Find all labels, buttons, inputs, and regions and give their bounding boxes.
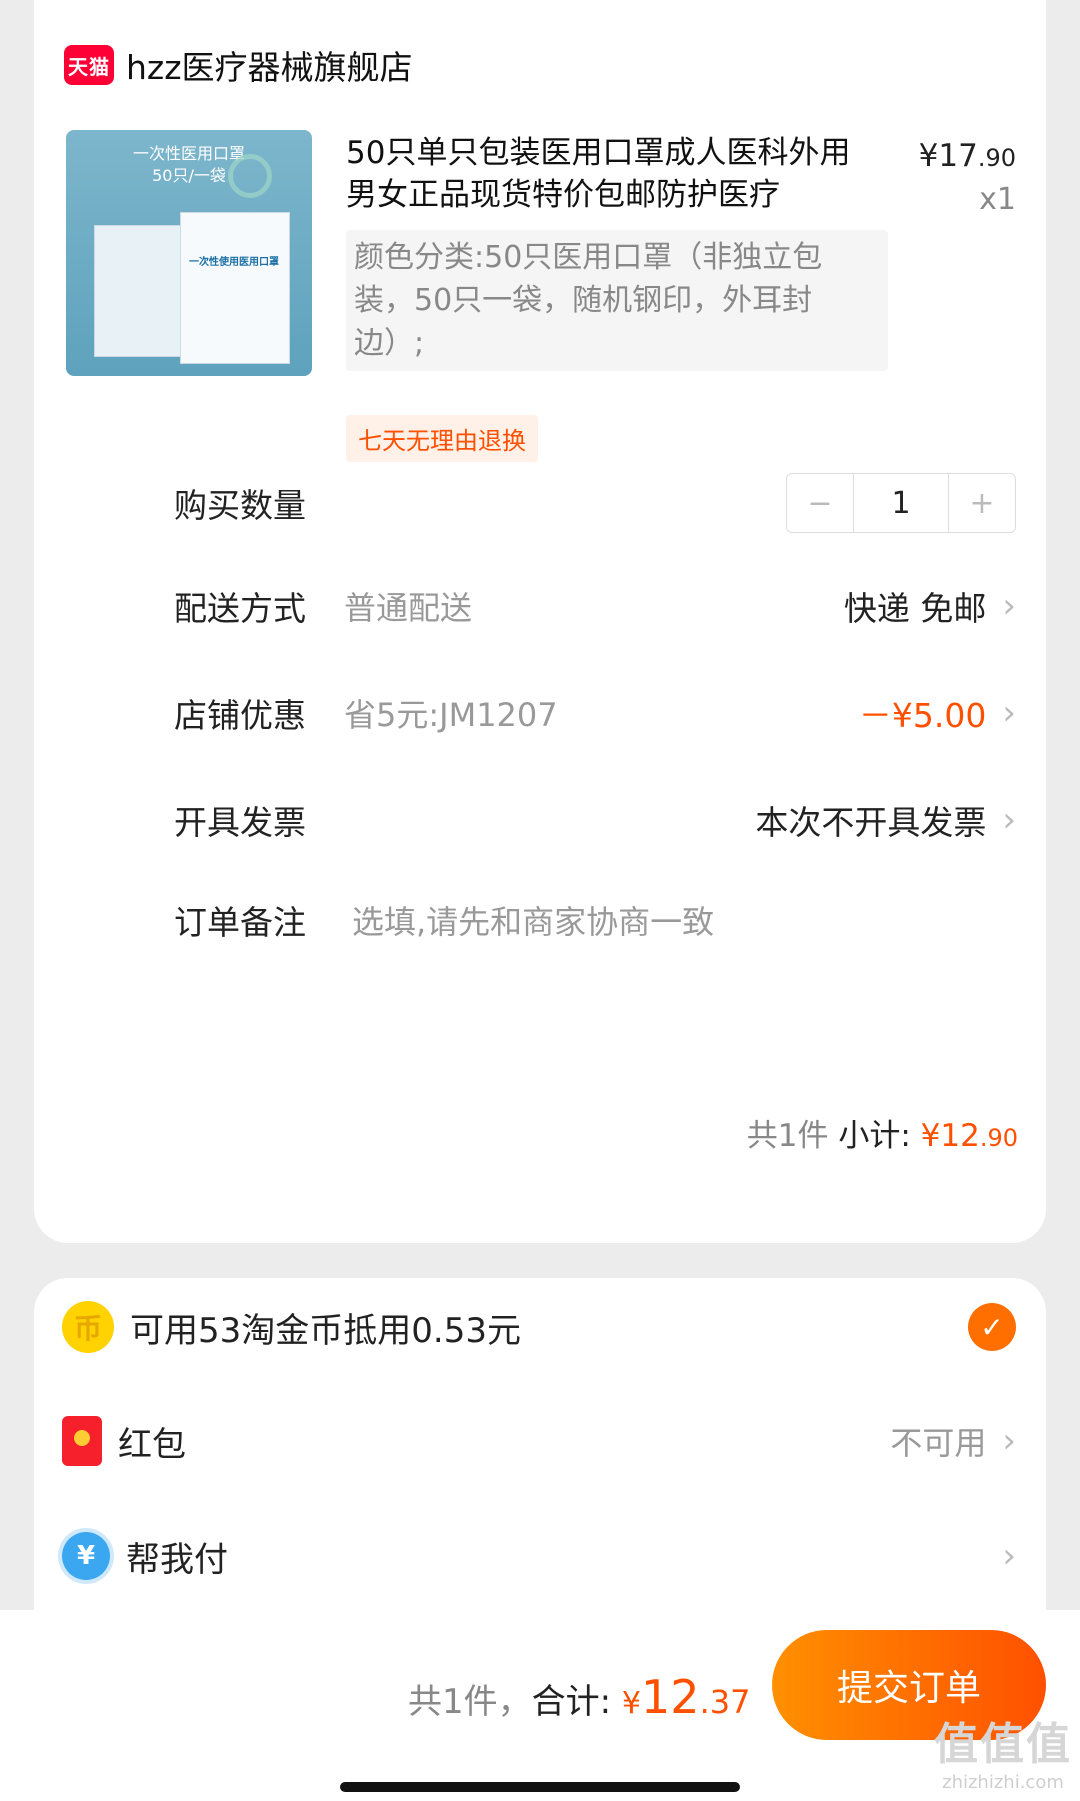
home-indicator[interactable] (340, 1782, 740, 1792)
product-quantity: x1 (979, 182, 1016, 217)
coin-row[interactable]: 币 可用53淘金币抵用0.53元 ✓ (62, 1292, 1016, 1362)
chevron-right-icon: › (1002, 693, 1016, 733)
total-count: 共1件， (408, 1682, 532, 1722)
coupon-label: 店铺优惠 (174, 696, 306, 735)
store-name[interactable]: hzz医疗器械旗舰店 (126, 41, 413, 89)
chevron-right-icon: › (1002, 1421, 1016, 1461)
chevron-right-icon: › (1002, 1536, 1016, 1576)
increment-button[interactable]: + (949, 474, 1015, 532)
order-total: 共1件，合计: ¥12.37 (408, 1670, 750, 1724)
total-amount: 12.37 (641, 1670, 751, 1724)
coin-icon: 币 (62, 1301, 114, 1353)
return-policy-tag: 七天无理由退换 (346, 415, 538, 462)
subtotal-count: 共1件 (746, 1118, 829, 1154)
total-label: 合计: (531, 1682, 612, 1722)
red-packet-icon (62, 1416, 102, 1466)
red-packet-row[interactable]: 红包 不可用 › (62, 1406, 1016, 1476)
mask-package-front: 一次性使用医用口罩 (180, 212, 290, 364)
invoice-row[interactable]: 开具发票 本次不开具发票 › (174, 790, 1016, 850)
red-packet-status: 不可用 (890, 1424, 987, 1462)
order-card: 天猫 hzz医疗器械旗舰店 一次性医用口罩 50只/一袋 一次性使用医用口罩 5… (34, 0, 1046, 1243)
tmall-logo: 天猫 (64, 45, 114, 85)
store-header[interactable]: 天猫 hzz医疗器械旗舰店 (64, 30, 413, 100)
check-icon[interactable]: ✓ (968, 1303, 1016, 1351)
quantity-row: 购买数量 − 1 + (174, 473, 1016, 533)
chevron-right-icon: › (1002, 800, 1016, 840)
decorative-ring (228, 154, 272, 198)
product-price: ¥17.90 (918, 138, 1016, 174)
sku-description[interactable]: 颜色分类:50只医用口罩（非独立包装，50只一袋，随机钢印，外耳封边）; (346, 230, 888, 371)
help-pay-row[interactable]: ¥ 帮我付 › (62, 1521, 1016, 1591)
note-label: 订单备注 (174, 903, 306, 942)
delivery-label: 配送方式 (174, 589, 306, 628)
subtotal-label: 小计: (838, 1118, 911, 1154)
subtotal-amount: ¥12.90 (920, 1118, 1018, 1154)
quantity-stepper: − 1 + (786, 473, 1016, 533)
thumbnail-title: 一次性医用口罩 (132, 144, 245, 163)
watermark: 值值值 zhizhizhi.com (934, 1719, 1072, 1793)
decrement-button[interactable]: − (787, 474, 853, 532)
order-note-input[interactable]: 选填,请先和商家协商一致 (352, 897, 714, 943)
product-title[interactable]: 50只单只包装医用口罩成人医科外用男女正品现货特价包邮防护医疗 (346, 132, 876, 216)
thumbnail-subtitle: 50只/一袋 (152, 166, 226, 185)
help-pay-label: 帮我付 (126, 1539, 228, 1580)
chevron-right-icon: › (1002, 586, 1016, 626)
checkout-bar: 共1件，合计: ¥12.37 提交订单 值值值 zhizhizhi.com (0, 1610, 1080, 1801)
package-label: 一次性使用医用口罩 (189, 257, 279, 268)
coupon-discount: －¥5.00 (858, 696, 987, 735)
quantity-input[interactable]: 1 (853, 474, 949, 532)
invoice-value: 本次不开具发票 (755, 803, 987, 842)
product-thumbnail[interactable]: 一次性医用口罩 50只/一袋 一次性使用医用口罩 (66, 130, 312, 376)
help-pay-icon: ¥ (62, 1532, 110, 1580)
benefits-card: 币 可用53淘金币抵用0.53元 ✓ 红包 不可用 › ¥ 帮我付 › (34, 1278, 1046, 1623)
store-coupon-row[interactable]: 店铺优惠 省5元:JM1207 －¥5.00 › (174, 683, 1016, 743)
red-packet-label: 红包 (118, 1424, 186, 1465)
coupon-code: 省5元:JM1207 (344, 696, 558, 734)
delivery-method: 普通配送 (344, 589, 473, 627)
subtotal: 共1件 小计: ¥12.90 (747, 1110, 1018, 1155)
coin-label: 可用53淘金币抵用0.53元 (130, 1310, 521, 1351)
total-currency: ¥ (621, 1686, 642, 1721)
delivery-value: 快递 免邮 (843, 589, 987, 628)
invoice-label: 开具发票 (174, 803, 306, 842)
quantity-label: 购买数量 (174, 486, 306, 525)
delivery-row[interactable]: 配送方式 普通配送 快递 免邮 › (174, 576, 1016, 636)
order-note-row: 订单备注 选填,请先和商家协商一致 (174, 890, 1016, 950)
